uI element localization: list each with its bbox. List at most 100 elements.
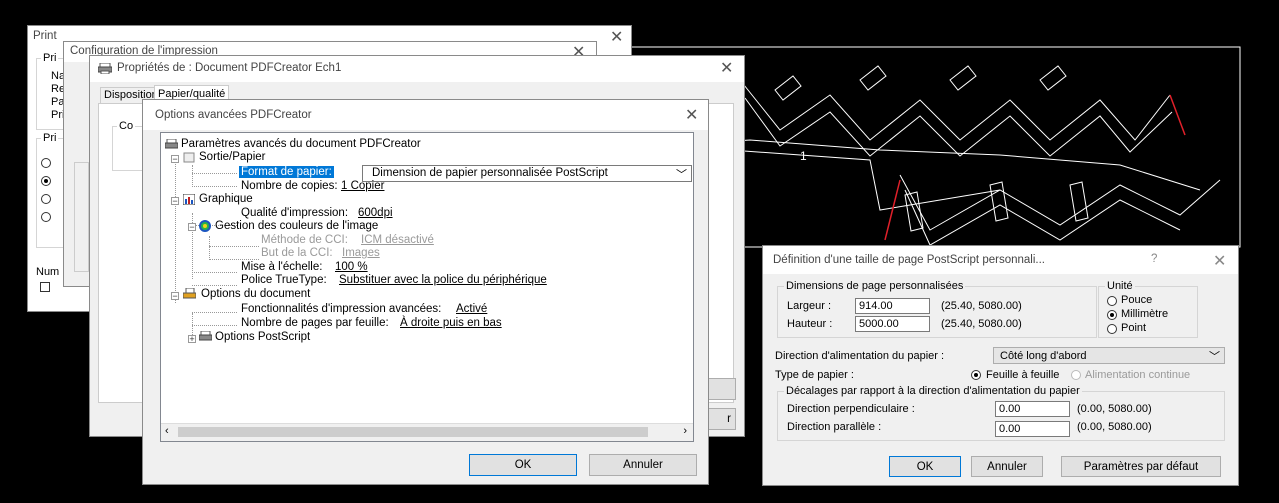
paper-format-value: Dimension de papier personnalisée PostSc…: [372, 167, 608, 179]
advanced-button-label: r: [727, 413, 731, 425]
tree-format-label[interactable]: Format de papier:: [239, 166, 334, 178]
unit-label-millimetre: Millimètre: [1121, 308, 1169, 320]
feed-direction-select[interactable]: Côté long d'abord ﹀: [993, 347, 1225, 364]
width-field[interactable]: 914.00: [855, 298, 930, 314]
paper-icon: [183, 152, 195, 163]
range-radio-4[interactable]: [41, 212, 51, 222]
tree-copies-label[interactable]: Nombre de copies:: [241, 180, 338, 192]
tree-icm-method-label[interactable]: Méthode de CCI:: [261, 234, 348, 246]
custom-titlebar: Définition d'une taille de page PostScri…: [763, 246, 1238, 274]
chevron-down-icon: ﹀: [1209, 351, 1220, 363]
print-close-icon[interactable]: ✕: [610, 27, 623, 47]
advanced-cancel-label: Annuler: [623, 459, 663, 471]
expand-postscript-icon[interactable]: +: [188, 335, 196, 344]
advanced-cancel-button[interactable]: Annuler: [589, 454, 697, 476]
tree-root[interactable]: Paramètres avancés du document PDFCreato…: [181, 138, 421, 150]
tree-pages-per-sheet-label[interactable]: Nombre de pages par feuille:: [241, 317, 389, 329]
custom-cancel-label: Annuler: [987, 461, 1027, 473]
tree-adv-features-value[interactable]: Activé: [456, 303, 487, 315]
height-range: (25.40, 5080.00): [941, 318, 1022, 330]
collapse-sortie-icon[interactable]: −: [171, 155, 179, 164]
paper-type-continuous-label: Alimentation continue: [1085, 369, 1191, 381]
tree-quality-label[interactable]: Qualité d'impression:: [241, 207, 348, 219]
dims-group-label: Dimensions de page personnalisées: [784, 280, 966, 292]
tree-truetype-value[interactable]: Substituer avec la police du périphériqu…: [339, 274, 547, 286]
tree-quality-value[interactable]: 600dpi: [358, 207, 393, 219]
advanced-ok-button[interactable]: OK: [469, 454, 577, 476]
tree-adv-features-label[interactable]: Fonctionnalités d'impression avancées:: [241, 303, 441, 315]
paper-type-sheet-radio[interactable]: [971, 370, 981, 380]
width-range: (25.40, 5080.00): [941, 300, 1022, 312]
tree-icm-method-value[interactable]: ICM désactivé: [361, 234, 434, 246]
tree-icm-goal-label[interactable]: But de la CCI:: [261, 247, 333, 259]
unit-label-point: Point: [1121, 322, 1147, 334]
custom-ok-button[interactable]: OK: [889, 456, 961, 477]
custom-page-size-dialog: Définition d'une taille de page PostScri…: [762, 245, 1239, 486]
range-radio-1[interactable]: [41, 158, 51, 168]
custom-close-icon[interactable]: ✕: [1213, 251, 1226, 271]
properties-titlebar: Propriétés de : Document PDFCreator Ech1…: [90, 56, 744, 82]
range-radio-3[interactable]: [41, 194, 51, 204]
paper-format-select[interactable]: Dimension de papier personnalisée PostSc…: [362, 165, 692, 182]
unit-group-label: Unité: [1105, 280, 1135, 292]
tree-horizontal-scrollbar[interactable]: ‹ ›: [161, 423, 693, 441]
printer-group-label: Pri: [41, 52, 59, 64]
defaults-button[interactable]: Paramètres par défaut: [1061, 456, 1221, 477]
advanced-close-icon[interactable]: ✕: [685, 105, 698, 125]
offset-group-label: Décalages par rapport à la direction d'a…: [784, 385, 1082, 397]
graphics-icon: [182, 193, 196, 206]
range-group-label: Pri: [41, 132, 59, 144]
scroll-left-icon[interactable]: ‹: [165, 425, 169, 437]
custom-ok-label: OK: [916, 461, 934, 473]
parallel-field[interactable]: 0.00: [995, 421, 1070, 437]
range-radio-2[interactable]: [41, 176, 51, 186]
perpendicular-value: 0.00: [999, 403, 1021, 415]
height-label: Hauteur :: [787, 318, 833, 330]
parallel-range: (0.00, 5080.00): [1077, 421, 1152, 433]
tree-copies-value[interactable]: 1 Copier: [341, 180, 384, 192]
custom-dialog-title: Définition d'une taille de page PostScri…: [773, 254, 1045, 266]
tree-scale-value[interactable]: 100 %: [335, 261, 368, 273]
width-value: 914.00: [859, 300, 893, 312]
tree-scale-label[interactable]: Mise à l'échelle:: [241, 261, 322, 273]
parallel-value: 0.00: [999, 423, 1021, 435]
collapse-graphique-icon[interactable]: −: [171, 197, 179, 206]
unit-label-pouce: Pouce: [1121, 294, 1153, 306]
print-dialog-title: Print: [33, 30, 57, 42]
collapse-color-icon[interactable]: −: [188, 223, 196, 232]
height-field[interactable]: 5000.00: [855, 316, 930, 332]
unit-radio-millimetre[interactable]: [1107, 310, 1117, 320]
tree-truetype-label[interactable]: Police TrueType:: [241, 274, 327, 286]
parallel-label: Direction parallèle :: [787, 421, 882, 433]
tree-pages-per-sheet-value[interactable]: À droite puis en bas: [400, 317, 502, 329]
tree-ps-options[interactable]: Options PostScript: [215, 331, 310, 343]
tree-doc-options[interactable]: Options du document: [201, 288, 310, 300]
collate-checkbox[interactable]: [40, 282, 50, 292]
perpendicular-field[interactable]: 0.00: [995, 401, 1070, 417]
tree-sortie-papier[interactable]: Sortie/Papier: [199, 151, 265, 163]
unit-radio-point[interactable]: [1107, 324, 1117, 334]
num-copies-label: Num: [36, 266, 60, 278]
tree-graphique[interactable]: Graphique: [199, 193, 253, 205]
help-icon[interactable]: ?: [1151, 253, 1157, 265]
unit-radio-pouce[interactable]: [1107, 296, 1117, 306]
custom-cancel-button[interactable]: Annuler: [971, 456, 1043, 477]
properties-dialog-title: Propriétés de : Document PDFCreator Ech1: [117, 62, 342, 74]
perpendicular-label: Direction perpendiculaire :: [787, 403, 915, 415]
paper-type-continuous-radio[interactable]: [1071, 370, 1081, 380]
chevron-down-icon: ﹀: [676, 169, 687, 181]
scroll-thumb[interactable]: [178, 427, 648, 437]
advanced-options-dialog: Options avancées PDFCreator ✕ Paramètres…: [142, 99, 709, 485]
cad-red-edges: [884, 94, 1186, 241]
collapse-doc-options-icon[interactable]: −: [171, 292, 179, 301]
advanced-dialog-title: Options avancées PDFCreator: [155, 109, 312, 121]
properties-side-button[interactable]: [708, 378, 736, 400]
tree-color-mgmt[interactable]: Gestion des couleurs de l'image: [215, 220, 378, 232]
color-wheel-icon: [199, 220, 211, 232]
scroll-right-icon[interactable]: ›: [683, 425, 687, 437]
options-tree[interactable]: Paramètres avancés du document PDFCreato…: [160, 132, 694, 442]
feed-direction-label: Direction d'alimentation du papier :: [775, 350, 945, 362]
tree-icm-goal-value[interactable]: Images: [342, 247, 380, 259]
height-value: 5000.00: [859, 318, 899, 330]
properties-close-icon[interactable]: ✕: [720, 58, 733, 78]
